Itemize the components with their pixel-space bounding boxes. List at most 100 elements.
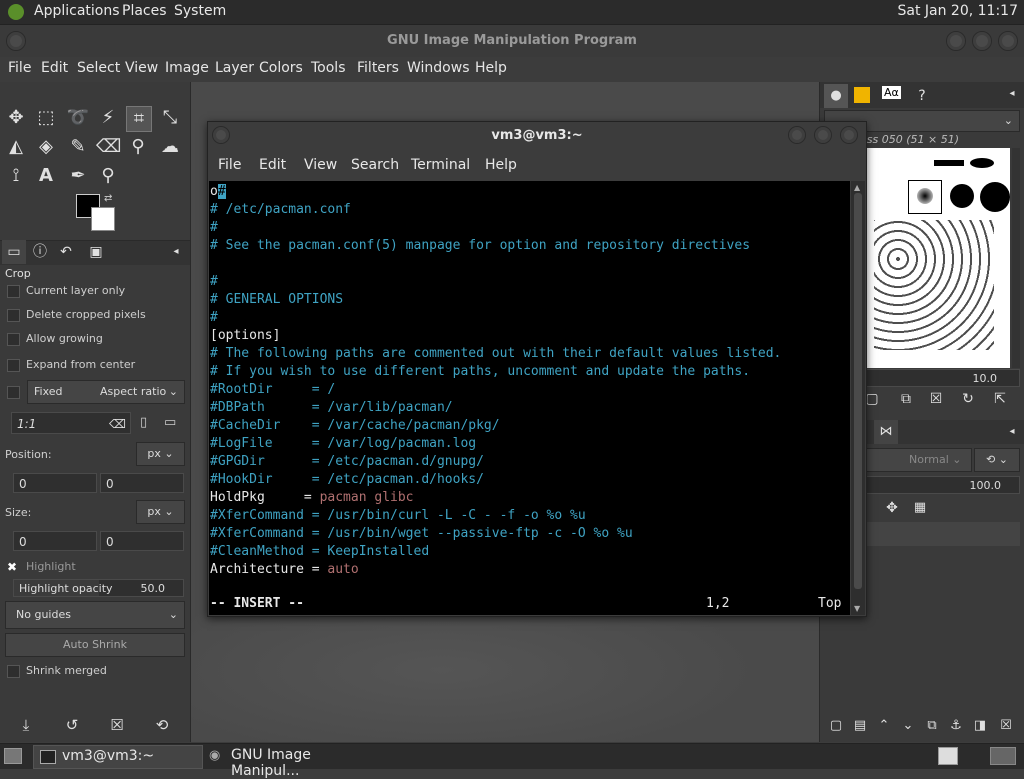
show-desktop-icon[interactable] <box>4 748 22 764</box>
save-options-icon[interactable]: ⤓ <box>14 713 38 737</box>
delete-options-icon[interactable]: ☒ <box>105 713 129 737</box>
landscape-icon[interactable]: ▭ <box>164 415 176 430</box>
terminal-screen[interactable]: o# # /etc/pacman.conf # # See the pacman.co… <box>209 181 850 615</box>
terminal-menu-view[interactable]: View <box>304 157 337 173</box>
layers-tab-menu-icon[interactable]: ◂ <box>1000 420 1024 444</box>
taskbar-item-gimp[interactable]: ◉ GNU Image Manipul... <box>205 745 375 779</box>
size-w-input[interactable]: 0 <box>13 531 97 551</box>
menu-colors[interactable]: Colors <box>259 60 303 76</box>
terminal-maximize-button[interactable] <box>814 126 832 144</box>
position-x-input[interactable]: 0 <box>13 473 97 493</box>
lock-alpha-icon[interactable]: ▦ <box>908 496 932 520</box>
lock-position-icon[interactable]: ✥ <box>880 496 904 520</box>
highlight-checkbox[interactable]: ✖ <box>7 560 17 574</box>
fixed-checkbox[interactable] <box>7 386 20 399</box>
restore-options-icon[interactable]: ↺ <box>60 713 84 737</box>
undo-history-tab-icon[interactable]: ↶ <box>54 240 78 264</box>
delete-cropped-checkbox[interactable] <box>7 309 20 322</box>
fuzzy-select-tool-icon[interactable]: ⚡ <box>96 106 120 130</box>
brush-grid[interactable] <box>866 148 1010 368</box>
clone-tool-icon[interactable]: ⚲ <box>126 135 150 159</box>
taskbar-item-terminal[interactable]: vm3@vm3:~ <box>33 745 203 769</box>
terminal-scrollbar[interactable]: ▲ ▼ <box>851 181 865 615</box>
smudge-tool-icon[interactable]: ☁ <box>158 135 182 159</box>
fonts-tab-icon[interactable]: Aα <box>882 86 901 99</box>
size-h-input[interactable]: 0 <box>100 531 184 551</box>
eraser-tool-icon[interactable]: ⌫ <box>96 135 121 159</box>
position-y-input[interactable]: 0 <box>100 473 184 493</box>
duplicate-layer-icon[interactable]: ⧉ <box>920 714 944 738</box>
delete-layer-icon[interactable]: ☒ <box>994 714 1018 738</box>
color-picker-tool-icon[interactable]: ✒ <box>66 164 90 188</box>
current-layer-only-checkbox[interactable] <box>7 285 20 298</box>
raise-layer-icon[interactable]: ⌃ <box>872 714 896 738</box>
trash-icon[interactable] <box>990 747 1016 765</box>
allow-growing-checkbox[interactable] <box>7 333 20 346</box>
menu-windows[interactable]: Windows <box>407 60 470 76</box>
mask-layer-icon[interactable]: ◨ <box>968 714 992 738</box>
crop-tool-icon[interactable]: ⌗ <box>126 106 152 132</box>
menu-places[interactable]: Places <box>122 3 167 19</box>
terminal-close-button[interactable] <box>840 126 858 144</box>
bucket-fill-tool-icon[interactable]: ◈ <box>34 135 58 159</box>
transform-tool-icon[interactable]: ⤡ <box>158 106 182 130</box>
layer-row[interactable] <box>866 522 1020 546</box>
lasso-tool-icon[interactable]: ➰ <box>66 106 90 130</box>
position-unit-dropdown[interactable]: px ⌄ <box>136 442 185 466</box>
menu-applications[interactable]: Applications <box>34 3 120 19</box>
guides-dropdown[interactable]: No guides ⌄ <box>5 601 185 629</box>
clock[interactable]: Sat Jan 20, 11:17 <box>898 3 1019 19</box>
terminal-menu-help[interactable]: Help <box>485 157 517 173</box>
close-button[interactable] <box>998 31 1018 51</box>
highlight-opacity-slider[interactable]: Highlight opacity 50.0 <box>13 579 184 597</box>
maximize-button[interactable] <box>972 31 992 51</box>
help-tab-icon[interactable]: ? <box>910 84 934 108</box>
refresh-brushes-icon[interactable]: ↻ <box>956 387 980 411</box>
anchor-layer-icon[interactable]: ⚓ <box>944 714 968 738</box>
menu-view[interactable]: View <box>125 60 158 76</box>
terminal-menu-search[interactable]: Search <box>351 157 399 173</box>
paintbrush-tool-icon[interactable]: ✎ <box>66 135 90 159</box>
clear-field-icon[interactable]: ⌫ <box>109 413 126 435</box>
menu-image[interactable]: Image <box>165 60 209 76</box>
reset-options-icon[interactable]: ⟲ <box>150 713 174 737</box>
text-tool-icon[interactable]: A <box>34 164 58 188</box>
rect-select-tool-icon[interactable]: ⬚ <box>34 106 58 130</box>
expand-from-center-checkbox[interactable] <box>7 359 20 372</box>
menu-file[interactable]: File <box>8 60 31 76</box>
layer-opacity-slider[interactable]: 100.0 <box>866 476 1020 494</box>
tool-options-tab-icon[interactable]: ▭ <box>2 240 26 264</box>
menu-tools[interactable]: Tools <box>311 60 346 76</box>
zoom-tool-icon[interactable]: ⚲ <box>96 164 120 188</box>
duplicate-brush-icon[interactable]: ⧉ <box>894 387 918 411</box>
paths-tab-icon[interactable]: ⋈ <box>874 420 898 444</box>
layer-mode-dropdown[interactable]: Normal ⌄ <box>866 448 972 472</box>
tab-menu-icon[interactable]: ◂ <box>1000 82 1024 106</box>
terminal-menu-file[interactable]: File <box>218 157 241 173</box>
warp-tool-icon[interactable]: ◭ <box>4 135 28 159</box>
workspace-1-icon[interactable] <box>938 747 958 765</box>
delete-brush-icon[interactable]: ☒ <box>924 387 948 411</box>
size-unit-dropdown[interactable]: px ⌄ <box>136 500 185 524</box>
auto-shrink-button[interactable]: Auto Shrink <box>5 633 185 657</box>
brush-spacing-input[interactable]: 10.0 <box>866 369 1020 387</box>
open-brush-icon[interactable]: ⇱ <box>988 387 1012 411</box>
tab-menu-icon[interactable]: ◂ <box>164 240 188 264</box>
lower-layer-icon[interactable]: ⌄ <box>896 714 920 738</box>
move-tool-icon[interactable]: ✥ <box>4 106 28 130</box>
menu-layer[interactable]: Layer <box>215 60 254 76</box>
window-menu-button[interactable] <box>6 31 26 51</box>
shrink-merged-checkbox[interactable] <box>7 665 20 678</box>
distro-logo-icon[interactable] <box>8 4 24 20</box>
menu-edit[interactable]: Edit <box>41 60 68 76</box>
fixed-aspect-dropdown[interactable]: Fixed Aspect ratio ⌄ <box>27 380 185 404</box>
new-layer-icon[interactable]: ▢ <box>824 714 848 738</box>
patterns-tab-icon[interactable] <box>854 87 870 103</box>
background-color-swatch[interactable] <box>91 207 115 231</box>
portrait-icon[interactable]: ▯ <box>140 415 147 430</box>
menu-select[interactable]: Select <box>77 60 120 76</box>
terminal-menu-edit[interactable]: Edit <box>259 157 286 173</box>
menu-help[interactable]: Help <box>475 60 507 76</box>
paths-tool-icon[interactable]: ⟟ <box>4 164 28 188</box>
menu-system[interactable]: System <box>174 3 226 19</box>
